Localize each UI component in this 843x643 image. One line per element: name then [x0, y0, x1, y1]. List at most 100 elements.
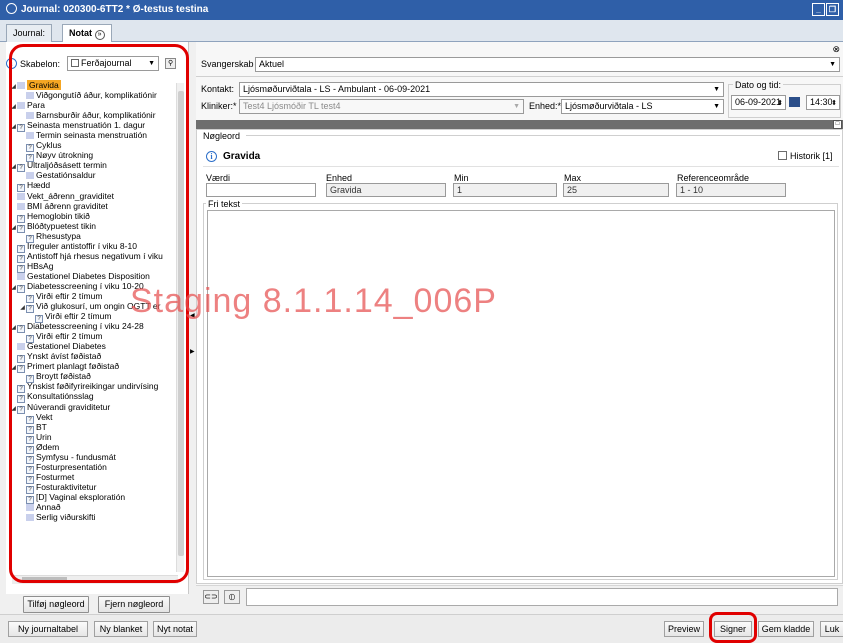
tree-item-label: Ynskist føðifyrireikingar undirvísing: [27, 381, 159, 392]
tree-item[interactable]: ? Virði eftir 2 tímum: [10, 331, 178, 344]
tree-item[interactable]: ◢ Gravida: [10, 80, 178, 90]
tree-item[interactable]: Gestationel Diabetes Disposition: [10, 271, 178, 281]
time-input[interactable]: 14:30 ⬍: [806, 95, 840, 110]
tree-item[interactable]: Annað: [10, 502, 178, 512]
tree-item[interactable]: ? Fosturmet: [10, 472, 178, 484]
ny-journaltabel-button[interactable]: Ny journaltabel: [8, 621, 88, 637]
attachment-input[interactable]: [246, 588, 838, 606]
date-input[interactable]: 06-09-2021 ⬍: [731, 95, 786, 110]
tree-item[interactable]: Serlig viðurskifti: [10, 512, 178, 522]
tree-item[interactable]: ? Ødem: [10, 442, 178, 454]
tree-item[interactable]: ? Irreguler antistoffir í viku 8-10: [10, 241, 178, 253]
spinner-icon[interactable]: ⬍: [831, 97, 837, 110]
keyword-tree[interactable]: ◢ Gravida Viðgongutíð áður, komplikatiónir…: [10, 80, 178, 578]
attachment-icon[interactable]: ⦶: [224, 590, 240, 604]
tab-notat[interactable]: Notat »: [62, 24, 112, 43]
ny-blanket-button[interactable]: Ny blanket: [94, 621, 148, 637]
tree-item[interactable]: ? Urin: [10, 432, 178, 444]
kliniker-label: Kliniker:*: [201, 101, 237, 111]
tree-item[interactable]: ? Ynskt ávíst føðistað: [10, 351, 178, 364]
field-icon: [17, 82, 25, 89]
tree-item[interactable]: ? Nøyv útrokning: [10, 150, 178, 163]
tree-item[interactable]: ? Antistoff hjá rhesus negativum í viku: [10, 251, 178, 263]
tree-item[interactable]: Gestationel Diabetes: [10, 341, 178, 351]
chevron-down-icon: ▼: [713, 103, 720, 110]
enhed-select[interactable]: Ljósmøðurviðtala - LS ▼: [561, 99, 724, 114]
col-ref: Referenceområde: [677, 173, 750, 183]
tree-item[interactable]: ? Hædd: [10, 180, 178, 193]
svangerskab-select[interactable]: Aktuel ▼: [255, 57, 840, 72]
tree-item[interactable]: ? Vekt: [10, 412, 178, 424]
kontakt-label: Kontakt:: [201, 84, 235, 94]
spinner-icon[interactable]: ⬍: [777, 97, 783, 110]
tree-item[interactable]: ? Konsultatiónsslag: [10, 391, 178, 404]
tree-item[interactable]: ? Fosturpresentatión: [10, 462, 178, 474]
tree-item-label: Termin seinasta menstruatión: [36, 130, 148, 141]
tree-item[interactable]: ? Rhesustypa: [10, 231, 178, 243]
nyt-notat-button[interactable]: Nyt notat: [153, 621, 197, 637]
expand-right-icon[interactable]: ▶: [190, 348, 195, 355]
preview-label: Preview: [667, 624, 700, 634]
calendar-icon[interactable]: [789, 97, 800, 107]
tree-item-label: Hædd: [27, 180, 51, 191]
tree-item[interactable]: ? Broytt føðistað: [10, 371, 178, 384]
tree-item[interactable]: ? HBsAg: [10, 261, 178, 273]
historik-checkbox[interactable]: Historik [1]: [778, 151, 833, 161]
gem-kladde-button[interactable]: Gem kladde: [758, 621, 814, 637]
scroll-thumb-h[interactable]: [22, 577, 67, 583]
keyword-title: Gravida: [223, 151, 261, 162]
vaerdi-input[interactable]: [206, 183, 316, 197]
tree-item[interactable]: ◢ Para: [10, 100, 178, 110]
tree-item[interactable]: BMI áðrenn graviditet: [10, 201, 178, 211]
window-titlebar: Journal: 020300-6TT2 * Ø-testus testina …: [0, 0, 843, 20]
ref-field: 1 - 10: [676, 183, 786, 197]
signer-button[interactable]: Signer: [714, 621, 752, 637]
fri-tekst-textarea[interactable]: [207, 210, 835, 577]
tree-item[interactable]: ? BT: [10, 422, 178, 434]
tree-item[interactable]: ? Hemoglobin tikið: [10, 211, 178, 223]
tree-item[interactable]: ◢? Núverandi graviditetur: [10, 402, 178, 414]
close-tab-icon[interactable]: »: [94, 30, 105, 40]
restore-icon[interactable]: ❐: [826, 3, 839, 16]
close-panel-icon[interactable]: ⊗: [832, 44, 840, 55]
minimize-icon[interactable]: _: [812, 3, 825, 16]
tree-vertical-scrollbar[interactable]: [176, 83, 184, 572]
tree-item-label: Symfysu - fundusmát: [36, 451, 116, 462]
maximize-section-icon[interactable]: □: [833, 120, 842, 129]
tree-item[interactable]: Viðgongutíð áður, komplikatiónir: [10, 90, 178, 100]
tree-item[interactable]: Vekt_áðrenn_graviditet: [10, 191, 178, 201]
kliniker-select[interactable]: Test4 Ljósmóðir TL test4 ▼: [239, 99, 524, 114]
luk-button[interactable]: Luk: [820, 621, 843, 637]
tree-item[interactable]: Gestatiónsaldur: [10, 170, 178, 180]
tree-item[interactable]: Barnsburðir áður, komplikatiónir: [10, 110, 178, 120]
tree-item[interactable]: ? Symfysu - fundusmát: [10, 451, 178, 464]
tree-horizontal-scrollbar[interactable]: [12, 575, 178, 584]
tree-item[interactable]: Termin seinasta menstruatión: [10, 130, 178, 140]
info-icon[interactable]: i: [206, 151, 217, 162]
filter-icon[interactable]: ⚲: [165, 58, 177, 69]
remove-keyword-button[interactable]: Fjern nøgleord: [98, 596, 170, 613]
tree-item[interactable]: ◢? Seinasta menstruatión 1. dagur: [10, 120, 178, 133]
link-icon[interactable]: ⊂⊃: [203, 590, 219, 604]
tree-item-label: Broytt føðistað: [36, 371, 91, 382]
tree-item[interactable]: ? Fosturaktivitetur: [10, 482, 178, 494]
tree-item[interactable]: ? Ynskist føðifyrireikingar undirvísing: [10, 381, 178, 394]
tree-item[interactable]: ◢? Primert planlagt føðistað: [10, 361, 178, 374]
kontakt-select[interactable]: Ljósmøðurviðtala - LS - Ambulant - 06-09…: [239, 82, 724, 97]
tree-item[interactable]: ? Cyklus: [10, 140, 178, 153]
tree-item-label: Ynskt ávíst føðistað: [27, 351, 102, 362]
add-keyword-button[interactable]: Tilføj nøgleord: [23, 596, 89, 613]
checkbox-icon[interactable]: [778, 151, 787, 160]
tree-item[interactable]: ? [D] Vaginal eksploratión: [10, 492, 178, 504]
scroll-thumb[interactable]: [178, 91, 184, 556]
preview-button[interactable]: Preview: [664, 621, 704, 637]
skabelon-select[interactable]: Ferðajournal ▼: [67, 56, 160, 71]
tree-item[interactable]: ◢? Blóðtypuetest tikin: [10, 221, 178, 233]
tab-journal[interactable]: Journal:: [6, 24, 53, 42]
legend-line: [246, 135, 840, 136]
svangerskab-label: Svangerskab: [201, 59, 254, 69]
tree-item[interactable]: ◢? Ultraljóðsásett termin: [10, 160, 178, 173]
skabelon-value: Ferðajournal: [81, 58, 132, 68]
info-icon[interactable]: i: [6, 58, 17, 69]
tree-item[interactable]: ◢? Diabetesscreening í viku 24-28: [10, 321, 178, 334]
